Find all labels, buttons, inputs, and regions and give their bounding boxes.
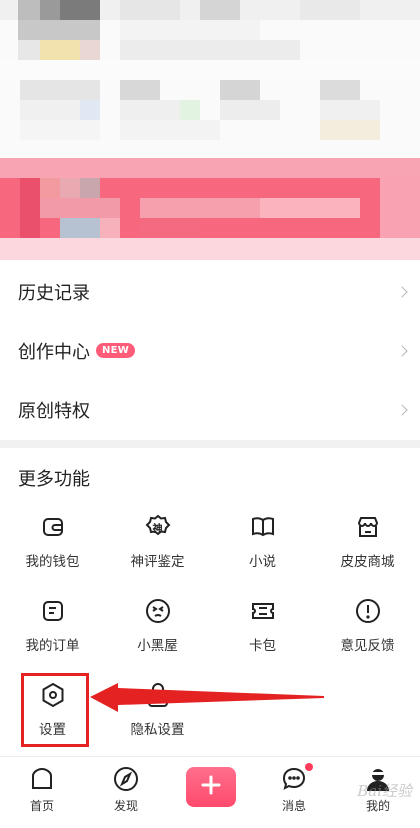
- feature-label: 皮皮商城: [340, 554, 395, 570]
- tab-discover[interactable]: 发现: [84, 757, 168, 814]
- feature-label: 小说: [249, 554, 276, 570]
- shen-glyph: 神: [152, 524, 163, 535]
- feature-card-bag[interactable]: 卡包: [210, 592, 315, 676]
- menu-item-label: 创作中心: [18, 341, 90, 363]
- feature-pipi-shop[interactable]: 皮皮商城: [315, 508, 420, 592]
- feature-label: 神评鉴定: [130, 554, 185, 570]
- menu-item-history[interactable]: 历史记录: [0, 262, 420, 321]
- feature-blackroom[interactable]: 小黑屋: [105, 592, 210, 676]
- new-badge: NEW: [96, 343, 136, 358]
- chevron-right-icon: [396, 344, 408, 357]
- chevron-right-icon: [396, 285, 408, 298]
- pixelated-profile-header: [0, 0, 420, 260]
- feature-label: 我的钱包: [25, 554, 80, 570]
- order-icon: [40, 598, 66, 624]
- section-divider: [0, 440, 420, 448]
- unread-dot: [305, 763, 313, 771]
- publish-button[interactable]: [186, 767, 236, 807]
- feature-label: 隐私设置: [130, 722, 185, 738]
- compass-icon: [112, 765, 140, 793]
- menu-item-original-privileges[interactable]: 原创特权: [0, 380, 420, 439]
- feedback-icon: [355, 598, 381, 624]
- chat-icon: [280, 765, 308, 793]
- feature-my-orders[interactable]: 我的订单: [0, 592, 105, 676]
- home-icon: [28, 765, 56, 793]
- feature-shenping[interactable]: 神 神评鉴定: [105, 508, 210, 592]
- watermark: Bai经验: [357, 782, 412, 800]
- red-arrow-annotation: [90, 683, 324, 712]
- menu-list: 历史记录 创作中心 NEW 原创特权: [0, 262, 420, 439]
- tab-messages[interactable]: 消息: [252, 757, 336, 814]
- feature-feedback[interactable]: 意见反馈: [315, 592, 420, 676]
- chevron-right-icon: [396, 403, 408, 416]
- feature-novel[interactable]: 小说: [210, 508, 315, 592]
- feature-wallet[interactable]: 我的钱包: [0, 508, 105, 592]
- feature-label: 我的订单: [25, 638, 80, 654]
- tab-label: 首页: [29, 799, 54, 813]
- wallet-icon: [40, 514, 66, 540]
- plus-icon: [201, 775, 221, 799]
- feature-label: 小黑屋: [137, 638, 178, 654]
- tab-home[interactable]: 首页: [0, 757, 84, 814]
- book-icon: [250, 514, 276, 540]
- feature-label: 卡包: [249, 638, 276, 654]
- feature-label: 意见反馈: [340, 638, 395, 654]
- tab-label: 发现: [113, 799, 138, 813]
- settings-highlight-box: [21, 673, 89, 747]
- card-icon: [250, 598, 276, 624]
- shen-badge-icon: 神: [145, 514, 171, 540]
- menu-item-label: 历史记录: [18, 282, 90, 304]
- menu-item-label: 原创特权: [18, 400, 90, 422]
- more-features-title: 更多功能: [18, 469, 90, 490]
- tab-label: 消息: [281, 799, 306, 813]
- shop-icon: [355, 514, 381, 540]
- sad-face-icon: [145, 598, 171, 624]
- menu-item-creator-center[interactable]: 创作中心 NEW: [0, 321, 420, 380]
